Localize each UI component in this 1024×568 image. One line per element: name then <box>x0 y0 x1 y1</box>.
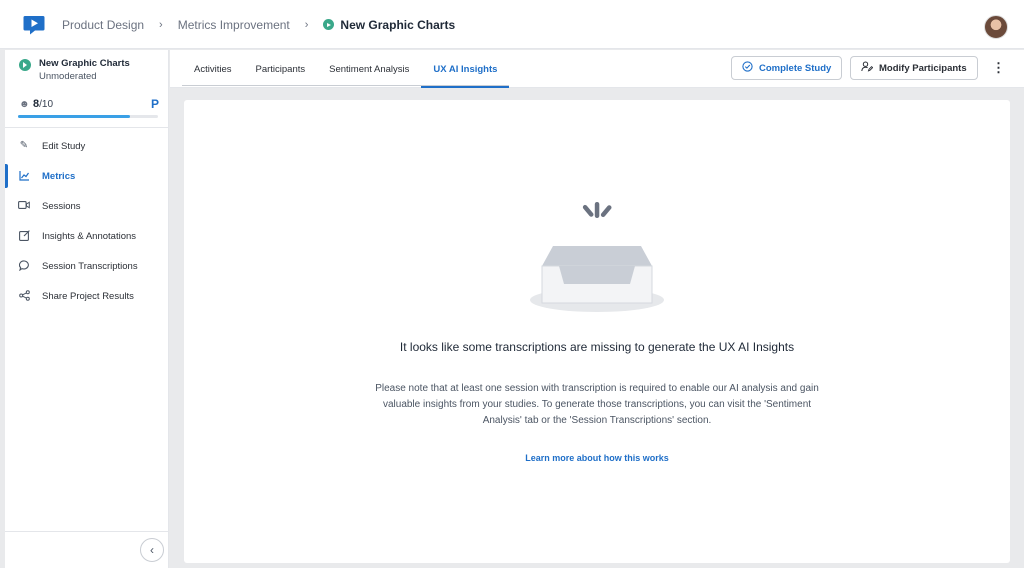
modify-participants-button[interactable]: Modify Participants <box>850 56 978 80</box>
sidebar-item-insights-annotations[interactable]: Insights & Annotations <box>5 221 168 251</box>
top-bar: Product Design › Metrics Improvement › N… <box>0 0 1024 49</box>
breadcrumb-current-label: New Graphic Charts <box>340 17 456 32</box>
tab-sentiment-analysis[interactable]: Sentiment Analysis <box>317 50 421 88</box>
tabs-bar: Activities Participants Sentiment Analys… <box>170 50 1024 88</box>
sidebar-item-label: Edit Study <box>42 140 86 152</box>
breadcrumb: Product Design › Metrics Improvement › N… <box>62 0 455 49</box>
chevron-right-icon: › <box>159 18 163 31</box>
note-icon <box>18 230 30 242</box>
study-status-icon <box>19 59 31 71</box>
collapse-sidebar-button[interactable]: ‹ <box>140 538 164 562</box>
user-avatar[interactable] <box>984 15 1008 39</box>
sidebar-item-label: Session Transcriptions <box>42 260 138 272</box>
active-status-icon <box>323 19 335 30</box>
empty-inbox-icon <box>530 202 664 312</box>
breadcrumb-current: New Graphic Charts <box>323 18 455 32</box>
chevron-right-icon: › <box>304 18 309 31</box>
empty-state-card: It looks like some transcriptions are mi… <box>184 100 1010 563</box>
share-icon <box>18 290 30 302</box>
video-icon <box>18 200 30 212</box>
sidebar-item-label: Sessions <box>42 200 81 212</box>
participants-progress-bar <box>18 115 158 118</box>
empty-state-description: Please note that at least one session wi… <box>375 383 819 426</box>
sidebar-item-sessions[interactable]: Sessions <box>5 191 168 221</box>
breadcrumb-item-metrics-improvement[interactable]: Metrics Improvement <box>178 18 290 32</box>
sidebar-item-label: Insights & Annotations <box>42 230 137 242</box>
study-title: New Graphic Charts <box>39 58 130 69</box>
sidebar-item-session-transcriptions[interactable]: Session Transcriptions <box>5 251 168 281</box>
sidebar-item-label: Metrics <box>42 170 76 182</box>
study-type: Unmoderated <box>39 71 97 82</box>
breadcrumb-item-product-design[interactable]: Product Design <box>62 18 144 32</box>
sidebar-item-metrics[interactable]: Metrics <box>5 161 168 191</box>
divider <box>5 127 168 128</box>
sidebar-nav: ✎ Edit Study Metrics Sessions Insights &… <box>5 131 168 311</box>
learn-more-link: Learn more about how this works <box>184 453 1010 463</box>
check-circle-icon <box>742 61 753 75</box>
participants-total: /10 <box>39 99 54 110</box>
empty-state-title: It looks like some transcriptions are mi… <box>399 340 795 354</box>
sidebar-item-edit-study[interactable]: ✎ Edit Study <box>5 131 168 161</box>
sidebar-item-label: Share Project Results <box>42 290 134 302</box>
participants-icon: ☻ <box>19 99 30 110</box>
learn-more-link-text[interactable]: Learn more about how this works <box>525 453 669 463</box>
tab-activities[interactable]: Activities <box>182 50 243 88</box>
chat-bubble-icon <box>18 260 30 272</box>
sidebar: New Graphic Charts Unmoderated ☻ 8/10 P … <box>5 50 169 568</box>
panel-badge-icon: P <box>150 97 159 111</box>
complete-study-label: Complete Study <box>759 62 832 74</box>
divider <box>5 531 168 532</box>
user-edit-icon <box>861 61 874 75</box>
sidebar-item-share-project-results[interactable]: Share Project Results <box>5 281 168 311</box>
tab-participants[interactable]: Participants <box>243 50 317 88</box>
tab-list: Activities Participants Sentiment Analys… <box>182 50 510 88</box>
participants-count: 8/10 <box>33 98 53 110</box>
participants-counter: ☻ 8/10 P <box>19 97 159 112</box>
complete-study-button[interactable]: Complete Study <box>731 56 843 80</box>
app-logo-icon[interactable] <box>23 15 45 35</box>
chevron-left-icon: ‹ <box>150 543 154 557</box>
participants-progress-fill <box>18 115 130 118</box>
chart-icon <box>18 170 30 182</box>
tab-ux-ai-insights[interactable]: UX AI Insights <box>421 50 510 88</box>
pencil-icon: ✎ <box>19 140 29 151</box>
more-options-icon[interactable]: ⋮ <box>992 60 1005 76</box>
modify-participants-label: Modify Participants <box>879 62 967 74</box>
